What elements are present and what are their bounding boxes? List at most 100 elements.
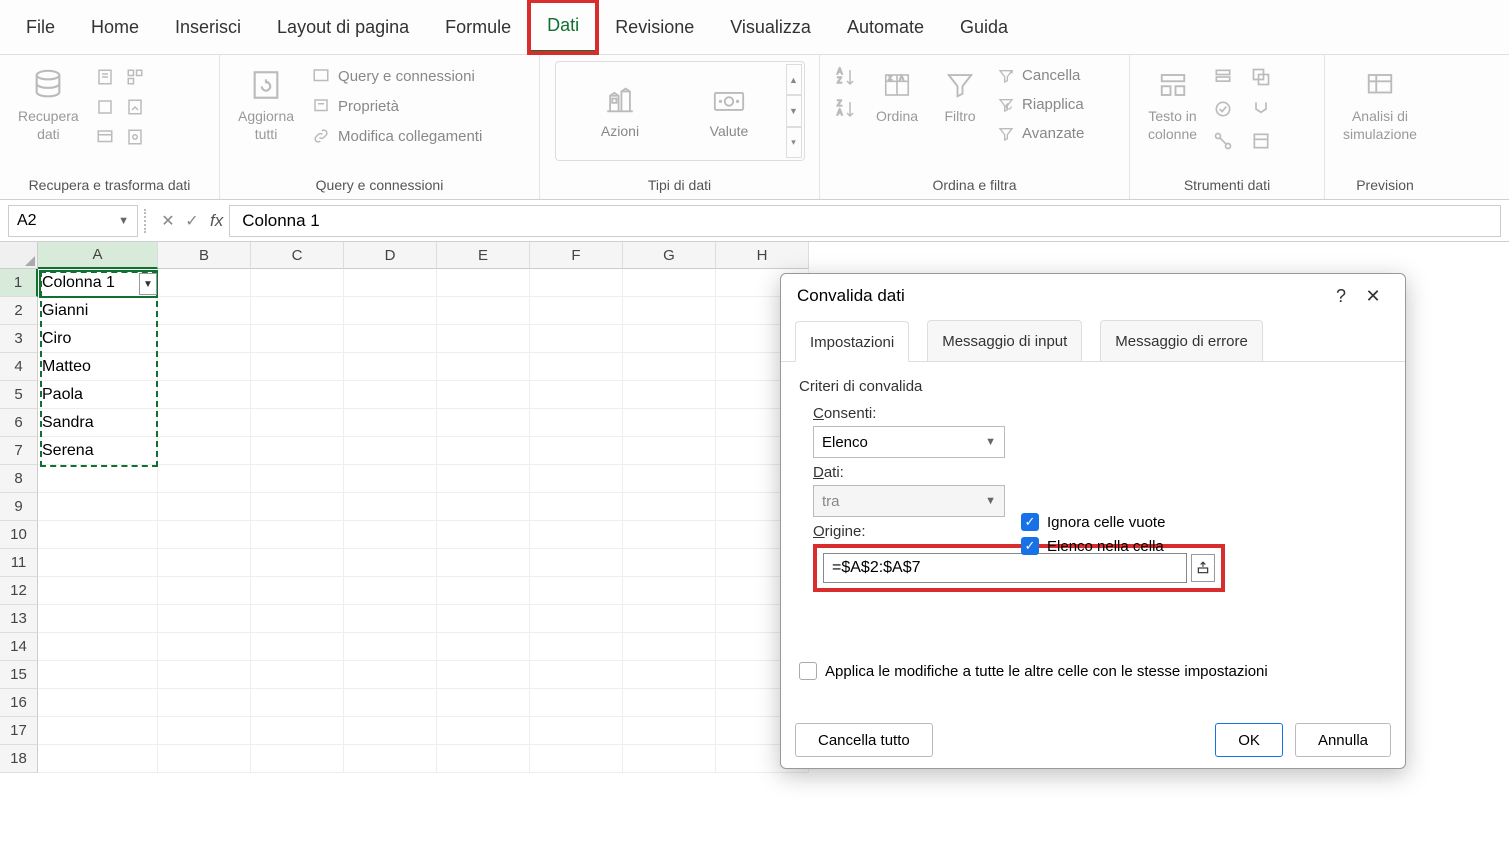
name-box[interactable]: A2 ▼ (8, 205, 138, 237)
cell[interactable] (344, 633, 437, 661)
cell[interactable] (38, 717, 158, 745)
cell[interactable] (158, 689, 251, 717)
row-header-10[interactable]: 10 (0, 521, 38, 549)
row-header-15[interactable]: 15 (0, 661, 38, 689)
cell[interactable] (530, 661, 623, 689)
cell[interactable] (437, 577, 530, 605)
from-text-icon[interactable] (93, 65, 117, 89)
row-header-16[interactable]: 16 (0, 689, 38, 717)
row-header-3[interactable]: 3 (0, 325, 38, 353)
col-header-H[interactable]: H (716, 242, 809, 269)
cell[interactable] (530, 437, 623, 465)
cell[interactable] (251, 661, 344, 689)
cell[interactable] (344, 577, 437, 605)
cell[interactable]: Serena (38, 437, 158, 465)
cell[interactable]: Gianni (38, 297, 158, 325)
cell[interactable] (437, 353, 530, 381)
ok-button[interactable]: OK (1215, 723, 1283, 757)
menu-revisione[interactable]: Revisione (597, 3, 712, 52)
cell[interactable] (530, 353, 623, 381)
cell[interactable] (158, 633, 251, 661)
cell[interactable] (623, 269, 716, 297)
consolidate-icon[interactable] (1249, 97, 1273, 121)
cell[interactable] (530, 381, 623, 409)
row-header-17[interactable]: 17 (0, 717, 38, 745)
cell[interactable] (251, 325, 344, 353)
cell[interactable] (158, 717, 251, 745)
row-header-13[interactable]: 13 (0, 605, 38, 633)
cell[interactable] (344, 745, 437, 773)
cell[interactable] (437, 269, 530, 297)
row-header-11[interactable]: 11 (0, 549, 38, 577)
cell[interactable] (437, 409, 530, 437)
cell[interactable] (158, 745, 251, 773)
cell[interactable] (623, 549, 716, 577)
menu-inserisci[interactable]: Inserisci (157, 3, 259, 52)
cell[interactable] (437, 465, 530, 493)
range-picker-icon[interactable] (1191, 554, 1215, 582)
cell[interactable] (251, 269, 344, 297)
cell[interactable] (623, 745, 716, 773)
cell[interactable] (623, 605, 716, 633)
cell[interactable] (530, 409, 623, 437)
riapplica-button[interactable]: Riapplica (994, 90, 1088, 119)
cell[interactable] (158, 465, 251, 493)
menu-file[interactable]: File (8, 3, 73, 52)
cell[interactable] (251, 297, 344, 325)
from-range-icon[interactable] (123, 95, 147, 119)
cell[interactable] (158, 269, 251, 297)
cell[interactable]: Paola (38, 381, 158, 409)
data-model-icon[interactable] (1249, 129, 1273, 153)
cell[interactable] (623, 297, 716, 325)
enter-formula-icon[interactable]: ✓ (180, 211, 204, 231)
cell[interactable] (344, 437, 437, 465)
analisi-simulazione-button[interactable]: Analisi di simulazione (1335, 61, 1425, 147)
proprieta-button[interactable]: Proprietà (308, 91, 486, 121)
tab-messaggio-errore[interactable]: Messaggio di errore (1100, 320, 1263, 361)
cell[interactable] (344, 269, 437, 297)
cell[interactable] (251, 465, 344, 493)
row-header-18[interactable]: 18 (0, 745, 38, 773)
cell[interactable] (623, 353, 716, 381)
recupera-dati-button[interactable]: Recupera dati (10, 61, 87, 147)
cell[interactable] (623, 689, 716, 717)
col-header-A[interactable]: A (38, 242, 158, 269)
cell[interactable] (437, 493, 530, 521)
cell[interactable] (530, 521, 623, 549)
cell[interactable] (437, 745, 530, 773)
cell[interactable] (344, 689, 437, 717)
cell[interactable] (251, 577, 344, 605)
query-connessioni-button[interactable]: Query e connessioni (308, 61, 486, 91)
cell[interactable] (623, 577, 716, 605)
menu-visualizza[interactable]: Visualizza (712, 3, 829, 52)
elenco-cella-checkbox-row[interactable]: ✓ Elenco nella cella (1021, 537, 1165, 555)
recent-icon[interactable] (93, 125, 117, 149)
cell[interactable] (158, 661, 251, 689)
cell[interactable] (530, 325, 623, 353)
cell[interactable] (623, 493, 716, 521)
menu-home[interactable]: Home (73, 3, 157, 52)
cell[interactable] (344, 353, 437, 381)
close-icon[interactable]: ✕ (1357, 286, 1389, 307)
cell[interactable] (623, 465, 716, 493)
flash-fill-icon[interactable] (1211, 65, 1235, 89)
testo-colonne-button[interactable]: Testo in colonne (1140, 61, 1205, 147)
select-all-corner[interactable] (0, 242, 38, 269)
cell[interactable] (623, 381, 716, 409)
row-header-12[interactable]: 12 (0, 577, 38, 605)
cell[interactable] (251, 633, 344, 661)
cell[interactable] (437, 633, 530, 661)
cell[interactable] (344, 325, 437, 353)
cell[interactable] (437, 689, 530, 717)
cell[interactable] (344, 297, 437, 325)
cell-dropdown-icon[interactable]: ▼ (139, 273, 157, 295)
cell[interactable] (158, 381, 251, 409)
fx-icon[interactable]: fx (210, 211, 223, 231)
ignora-celle-checkbox-row[interactable]: ✓ Ignora celle vuote (1021, 513, 1165, 531)
cell[interactable] (530, 493, 623, 521)
row-header-6[interactable]: 6 (0, 409, 38, 437)
apply-all-checkbox-row[interactable]: Applica le modifiche a tutte le altre ce… (799, 662, 1387, 680)
cell[interactable] (623, 633, 716, 661)
row-header-8[interactable]: 8 (0, 465, 38, 493)
aggiorna-tutti-button[interactable]: Aggiorna tutti (230, 61, 302, 147)
